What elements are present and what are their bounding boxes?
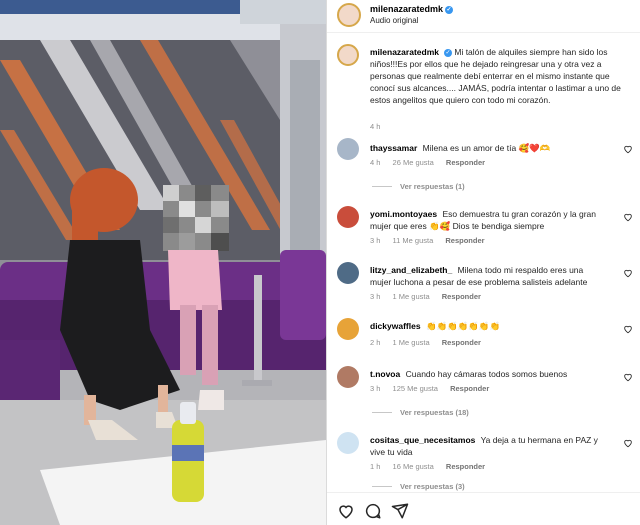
post-photo xyxy=(0,0,326,525)
comment-username[interactable]: litzy_and_elizabeth_ xyxy=(370,265,452,275)
comment-item: litzy_and_elizabeth_ Milena todo mi resp… xyxy=(327,262,640,314)
author-username[interactable]: milenazaratedmk ✓ xyxy=(370,4,454,14)
heart-icon[interactable] xyxy=(337,502,355,520)
post-actions-bar xyxy=(327,492,640,525)
comment-likes[interactable]: 26 Me gusta xyxy=(393,158,434,167)
comment-time: 4 h xyxy=(370,158,381,167)
comment-username[interactable]: thayssamar xyxy=(370,143,417,153)
comment-item: thayssamar Milena es un amor de tía 🥰❤️🫶… xyxy=(327,138,640,198)
caption-text: milenazaratedmk ✓ Mi talón de alquiles si… xyxy=(370,46,634,106)
share-icon[interactable] xyxy=(391,502,409,520)
view-replies-button[interactable]: Ver respuestas (1) xyxy=(372,182,465,191)
audio-label[interactable]: Audio original xyxy=(370,16,418,25)
comment-item: cositas_que_necesitamos Ya deja a tu her… xyxy=(327,432,640,492)
heart-icon[interactable] xyxy=(623,324,633,334)
heart-icon[interactable] xyxy=(623,438,633,448)
comment-text: cositas_que_necesitamos Ya deja a tu her… xyxy=(370,434,600,458)
comment-text: yomi.montoyaes Eso demuestra tu gran cor… xyxy=(370,208,600,232)
comments-scroll[interactable]: milenazaratedmk ✓ Mi talón de alquiles si… xyxy=(327,34,640,492)
comment-likes[interactable]: 125 Me gusta xyxy=(393,384,438,393)
comment-meta: 1 h 16 Me gusta Responder xyxy=(370,462,495,471)
verified-badge-icon: ✓ xyxy=(445,6,454,14)
comment-time: 3 h xyxy=(370,236,381,245)
comment-body: 👏👏👏👏👏👏👏 xyxy=(425,321,501,331)
comment-meta: 3 h 11 Me gusta Responder xyxy=(370,236,495,245)
reply-button[interactable]: Responder xyxy=(446,158,485,167)
comment-text: t.novoa Cuando hay cámaras todos somos b… xyxy=(370,368,600,380)
heart-icon[interactable] xyxy=(623,372,633,382)
reply-button[interactable]: Responder xyxy=(442,338,481,347)
heart-icon[interactable] xyxy=(623,268,633,278)
comment-text: litzy_and_elizabeth_ Milena todo mi resp… xyxy=(370,264,600,288)
caption-username[interactable]: milenazaratedmk xyxy=(370,47,439,57)
comment-text: thayssamar Milena es un amor de tía 🥰❤️🫶 xyxy=(370,142,600,154)
comment-likes[interactable]: 1 Me gusta xyxy=(393,338,430,347)
comment-time: 3 h xyxy=(370,292,381,301)
comment-likes[interactable]: 16 Me gusta xyxy=(393,462,434,471)
comment-time: 2 h xyxy=(370,338,381,347)
author-avatar[interactable] xyxy=(337,3,361,27)
comment-meta: 3 h 125 Me gusta Responder xyxy=(370,384,499,393)
comment-time: 3 h xyxy=(370,384,381,393)
view-replies-button[interactable]: Ver respuestas (3) xyxy=(372,482,465,491)
reply-button[interactable]: Responder xyxy=(445,236,484,245)
reply-button[interactable]: Responder xyxy=(446,462,485,471)
post-media[interactable] xyxy=(0,0,326,525)
comment-likes[interactable]: 1 Me gusta xyxy=(393,292,430,301)
reply-button[interactable]: Responder xyxy=(450,384,489,393)
comment-item: yomi.montoyaes Eso demuestra tu gran cor… xyxy=(327,206,640,258)
comment-username[interactable]: t.novoa xyxy=(370,369,400,379)
reply-button[interactable]: Responder xyxy=(442,292,481,301)
comment-meta: 4 h 26 Me gusta Responder xyxy=(370,158,495,167)
heart-icon[interactable] xyxy=(623,144,633,154)
comment-meta: 3 h 1 Me gusta Responder xyxy=(370,292,491,301)
comment-text: dickywaffles 👏👏👏👏👏👏👏 xyxy=(370,320,600,332)
author-username-text[interactable]: milenazaratedmk xyxy=(370,4,443,14)
comment-avatar[interactable] xyxy=(337,206,359,228)
heart-icon[interactable] xyxy=(623,212,633,222)
comment-avatar[interactable] xyxy=(337,138,359,160)
comment-avatar[interactable] xyxy=(337,366,359,388)
comment-time: 1 h xyxy=(370,462,381,471)
comment-avatar[interactable] xyxy=(337,262,359,284)
comment-body: Cuando hay cámaras todos somos buenos xyxy=(405,369,568,379)
caption-time: 4 h xyxy=(370,122,381,131)
post-sidebar: milenazaratedmk ✓ Audio original milenaza… xyxy=(326,0,640,525)
view-replies-button[interactable]: Ver respuestas (18) xyxy=(372,408,469,417)
comment-item: t.novoa Cuando hay cámaras todos somos b… xyxy=(327,366,640,426)
comment-avatar[interactable] xyxy=(337,318,359,340)
comment-username[interactable]: yomi.montoyaes xyxy=(370,209,437,219)
comment-username[interactable]: cositas_que_necesitamos xyxy=(370,435,475,445)
comment-item: dickywaffles 👏👏👏👏👏👏👏 2 h 1 Me gusta Resp… xyxy=(327,318,640,362)
comment-icon[interactable] xyxy=(364,502,382,520)
comment-body: Milena es un amor de tía 🥰❤️🫶 xyxy=(422,143,551,153)
comment-username[interactable]: dickywaffles xyxy=(370,321,421,331)
verified-badge-icon: ✓ xyxy=(443,49,452,57)
comment-meta: 2 h 1 Me gusta Responder xyxy=(370,338,491,347)
caption-avatar[interactable] xyxy=(337,44,359,66)
comment-likes[interactable]: 11 Me gusta xyxy=(393,236,434,245)
caption: milenazaratedmk ✓ Mi talón de alquiles si… xyxy=(327,44,640,134)
caption-meta: 4 h xyxy=(370,122,390,131)
post-header: milenazaratedmk ✓ Audio original xyxy=(327,0,640,33)
comment-avatar[interactable] xyxy=(337,432,359,454)
